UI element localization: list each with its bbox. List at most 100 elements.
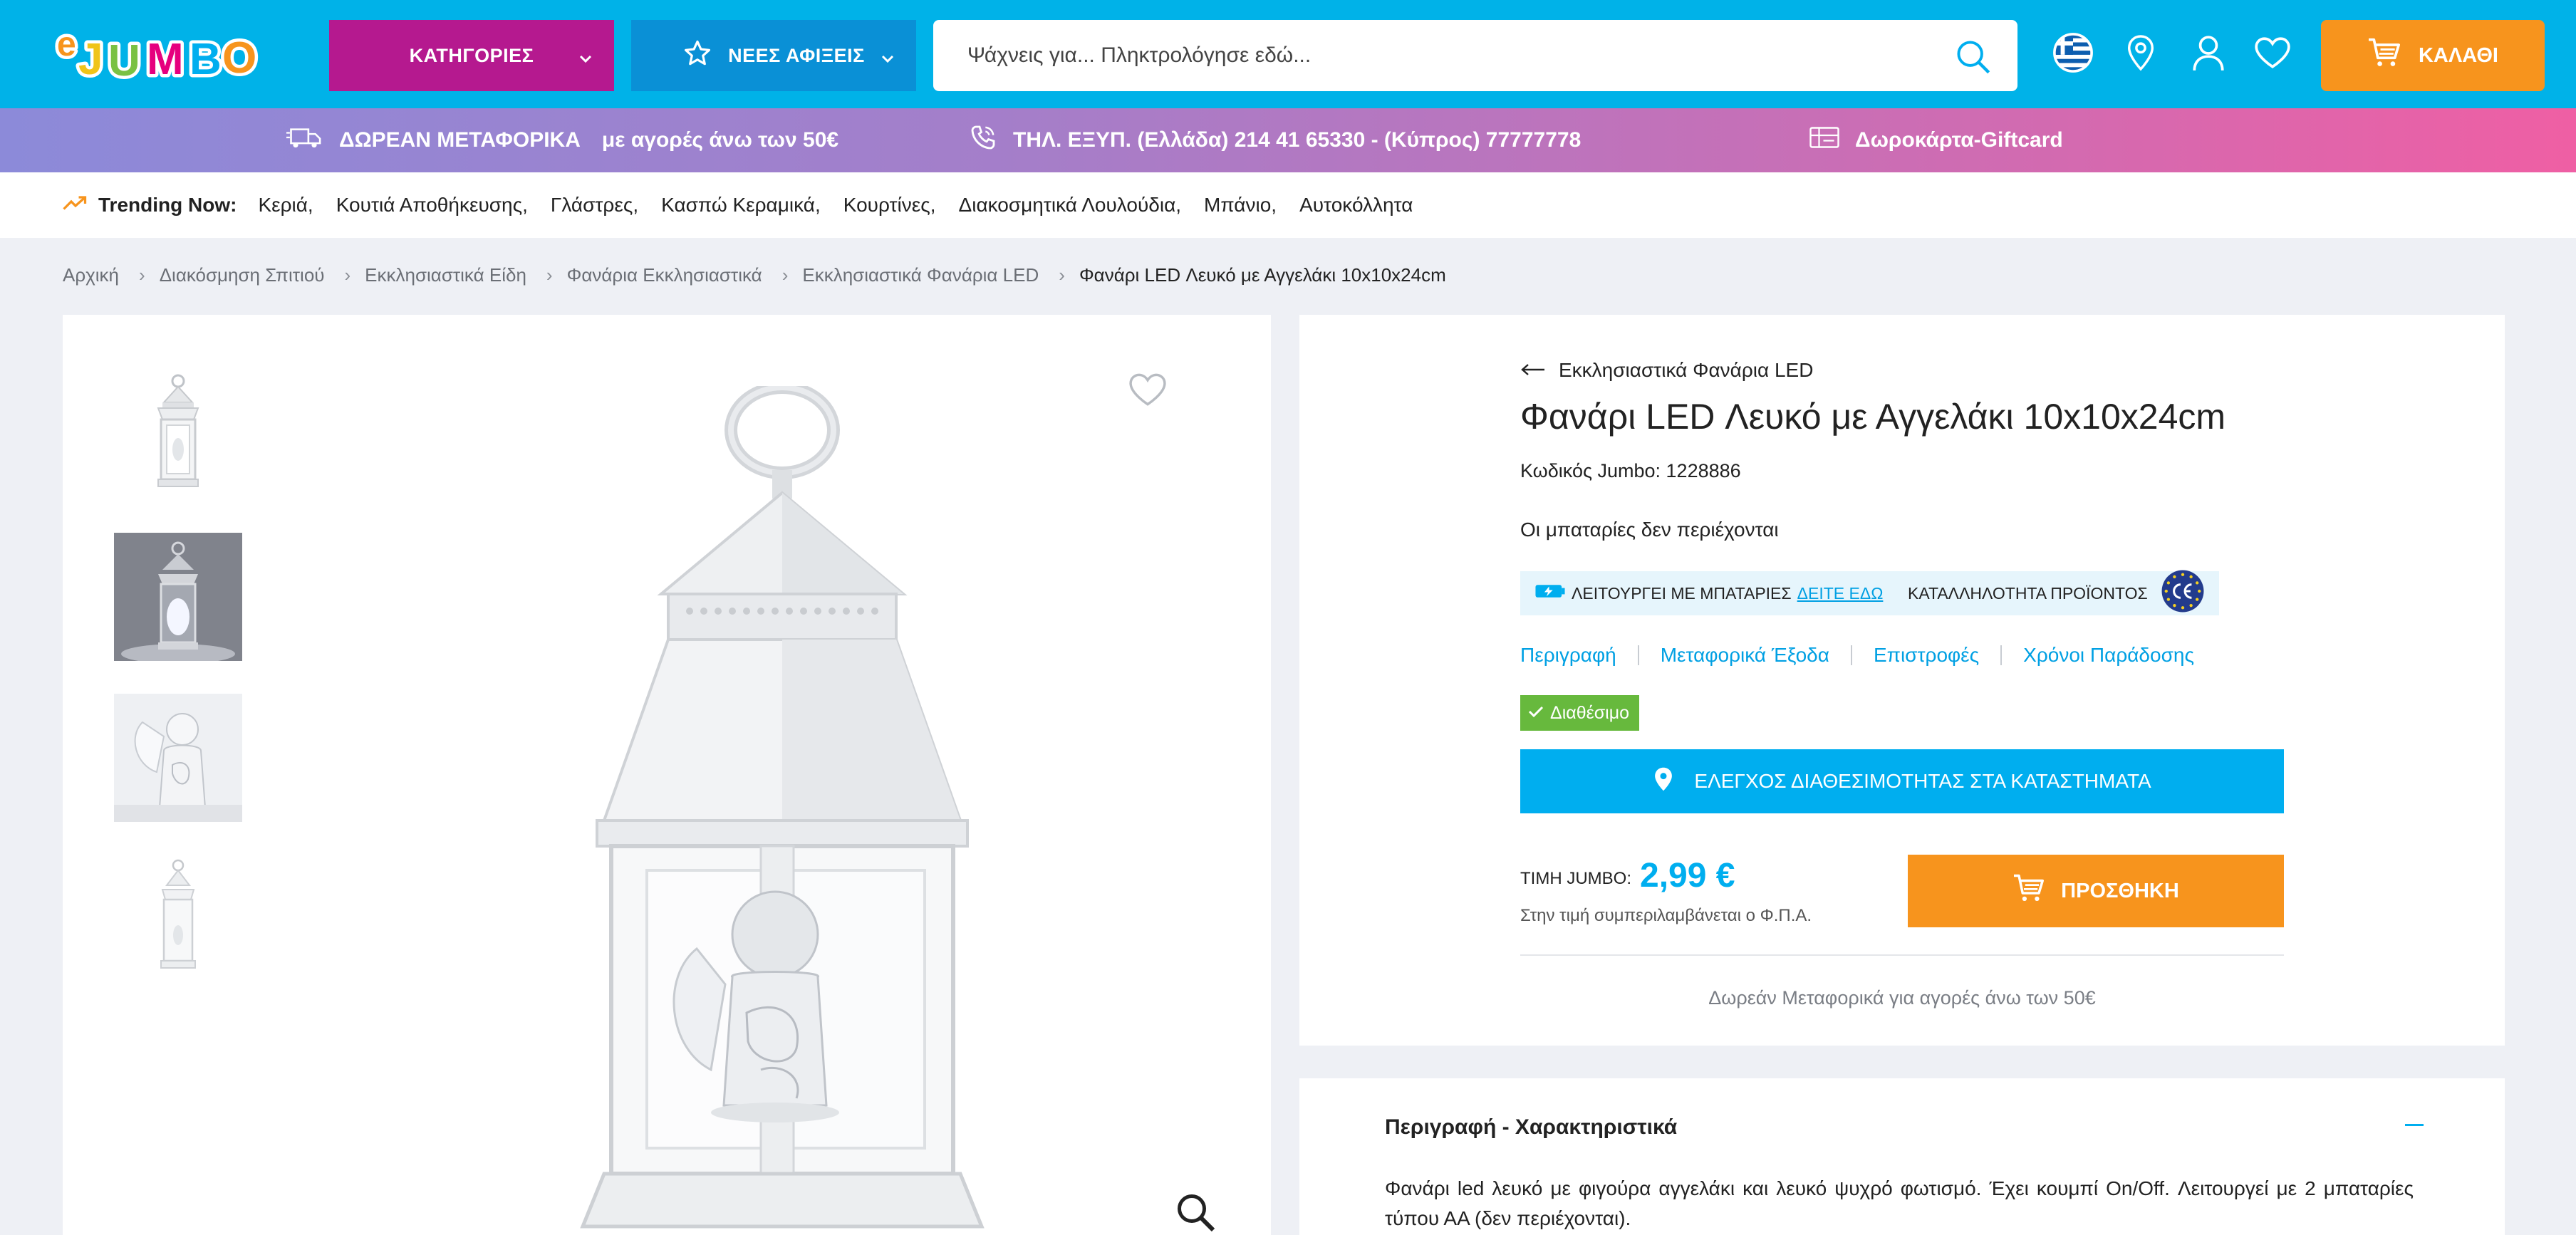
free-shipping-title: ΔΩΡΕΑΝ ΜΕΤΑΦΟΡΙΚΑ	[339, 128, 581, 152]
phone-icon	[969, 123, 997, 157]
divider	[1520, 954, 2284, 956]
battery-charge-icon	[1534, 583, 1566, 604]
tab-divider	[1850, 645, 1852, 665]
categories-label: ΚΑΤΗΓΟΡΙΕΣ	[409, 44, 534, 66]
ce-badge-text: ΚΑΤΑΛΛΗΛΟΤΗΤΑ ΠΡΟΪΟΝΤΟΣ	[1908, 583, 2148, 603]
phone-text: ΤΗΛ. ΕΞΥΠ. (Ελλάδα) 214 41 65330 - (Κύπρ…	[1013, 128, 1582, 152]
battery-badge: ΛΕΙΤΟΥΡΓΕΙ ΜΕ ΜΠΑΤΑΡΙΕΣ ΔΕΙΤΕ ΕΔΩ	[1520, 571, 1898, 615]
site-header: e J U M B O ΚΑΤΗΓΟΡΙΕΣ ΝΕΕΣ ΑΦΙΞΕΙΣ Ψάχν…	[0, 0, 2576, 108]
jumbo-logo[interactable]: e J U M B O	[54, 19, 268, 89]
categories-button[interactable]: ΚΑΤΗΓΟΡΙΕΣ	[329, 20, 614, 91]
trending-bar: Trending Now: Κεριά, Κουτιά Αποθήκευσης,…	[0, 172, 2576, 238]
cart-icon	[2367, 37, 2401, 74]
new-arrivals-button[interactable]: ΝΕΕΣ ΑΦΙΞΕΙΣ	[631, 20, 916, 91]
heart-icon[interactable]	[2251, 31, 2294, 74]
svg-text:M: M	[147, 35, 184, 84]
zoom-magnifier-icon[interactable]	[1174, 1191, 1217, 1235]
search-icon[interactable]	[1955, 38, 1992, 79]
ce-mark-icon	[2161, 569, 2205, 618]
description-title: Περιγραφή - Χαρακτηριστικά	[1385, 1115, 1678, 1139]
free-shipping-text: με αγορές άνω των 50€	[601, 128, 839, 152]
add-to-cart-button[interactable]: ΠΡΟΣΘΗΚΗ	[1908, 855, 2284, 927]
main-product-image[interactable]	[561, 381, 1003, 1235]
trending-arrow-icon	[63, 194, 88, 217]
giftcard-promo[interactable]: Δωροκάρτα-Giftcard	[1809, 108, 2063, 172]
trending-link[interactable]: Μπάνιο,	[1204, 194, 1277, 217]
breadcrumb-link[interactable]: Αρχική	[63, 264, 119, 286]
check-store-availability-label: ΕΛΕΓΧΟΣ ΔΙΑΘΕΣΙΜΟΤΗΤΑΣ ΣΤΑ ΚΑΤΑΣΤΗΜΑΤΑ	[1694, 770, 2151, 792]
description-section: Περιγραφή - Χαρακτηριστικά Φανάρι led λε…	[1299, 1078, 2505, 1235]
tab-returns[interactable]: Επιστροφές	[1874, 644, 1979, 667]
svg-text:O: O	[222, 33, 256, 83]
trending-link[interactable]: Κασπώ Κεραμικά,	[661, 194, 821, 217]
cart-icon	[2012, 873, 2045, 909]
trending-label: Trending Now:	[98, 194, 237, 216]
cart-label: ΚΑΛΑΘΙ	[2418, 43, 2498, 67]
giftcard-icon	[1809, 126, 1839, 155]
tab-divider	[2000, 645, 2003, 665]
product-tabs: Περιγραφή Μεταφορικά Έξοδα Επιστροφές Χρ…	[1520, 641, 2194, 669]
chevron-down-icon	[881, 47, 895, 69]
trending-link[interactable]: Αυτοκόλλητα	[1299, 194, 1413, 217]
svg-text:B: B	[189, 35, 222, 84]
breadcrumb-link[interactable]: Διακόσμηση Σπιτιού	[160, 264, 325, 286]
free-shipping-promo[interactable]: ΔΩΡΕΑΝ ΜΕΤΑΦΟΡΙΚΑ με αγορές άνω των 50€	[286, 108, 838, 172]
breadcrumb-link[interactable]: Φανάρια Εκκλησιαστικά	[567, 264, 762, 286]
battery-note: Οι μπαταρίες δεν περιέχονται	[1520, 519, 1779, 541]
user-icon[interactable]	[2187, 31, 2230, 74]
star-icon	[682, 38, 712, 73]
free-shipping-note: Δωρεάν Μεταφορικά για αγορές άνω των 50€	[1708, 987, 2096, 1009]
breadcrumb-link[interactable]: Εκκλησιαστικά Είδη	[365, 264, 526, 286]
add-to-cart-label: ΠΡΟΣΘΗΚΗ	[2061, 879, 2179, 902]
product-info-card: Εκκλησιαστικά Φανάρια LED Φανάρι LED Λευ…	[1299, 315, 2505, 1046]
back-link-label: Εκκλησιαστικά Φανάρια LED	[1559, 359, 1814, 381]
product-code: Κωδικός Jumbo: 1228886	[1520, 460, 1741, 481]
gallery-thumbnail[interactable]	[114, 694, 242, 822]
check-store-availability-button[interactable]: ΕΛΕΓΧΟΣ ΔΙΑΘΕΣΙΜΟΤΗΤΑΣ ΣΤΑ ΚΑΤΑΣΤΗΜΑΤΑ	[1520, 749, 2284, 813]
trending-link[interactable]: Κουτιά Αποθήκευσης,	[336, 194, 528, 217]
trending-link[interactable]: Κεριά,	[258, 194, 313, 217]
availability-text: Διαθέσιμο	[1550, 702, 1630, 723]
breadcrumb-separator: ›	[344, 264, 351, 286]
checkmark-icon	[1527, 703, 1544, 724]
availability-badge: Διαθέσιμο	[1520, 695, 1640, 731]
arrow-left-icon	[1520, 359, 1546, 382]
breadcrumb: Αρχική › Διακόσμηση Σπιτιού › Εκκλησιαστ…	[63, 262, 1446, 288]
location-pin-icon[interactable]	[2119, 31, 2162, 74]
giftcard-text: Δωροκάρτα-Giftcard	[1855, 128, 2063, 152]
ce-badge: ΚΑΤΑΛΛΗΛΟΤΗΤΑ ΠΡΟΪΟΝΤΟΣ	[1894, 569, 2219, 618]
svg-text:U: U	[108, 36, 140, 85]
breadcrumb-separator: ›	[1059, 264, 1065, 286]
battery-info-link[interactable]: ΔΕΙΤΕ ΕΔΩ	[1797, 584, 1884, 603]
promo-bar: ΔΩΡΕΑΝ ΜΕΤΑΦΟΡΙΚΑ με αγορές άνω των 50€ …	[0, 108, 2576, 172]
chevron-down-icon	[578, 47, 593, 69]
price-label: ΤΙΜΗ JUMBO:	[1520, 869, 1631, 888]
tab-description[interactable]: Περιγραφή	[1520, 644, 1616, 667]
trending-link[interactable]: Κουρτίνες,	[843, 194, 936, 217]
greek-flag-icon[interactable]	[2052, 31, 2094, 74]
price-value: 2,99 €	[1640, 857, 1735, 895]
gallery-thumbnail[interactable]	[114, 369, 242, 497]
gallery-thumbnail[interactable]	[114, 853, 242, 981]
phone-promo[interactable]: ΤΗΛ. ΕΞΥΠ. (Ελλάδα) 214 41 65330 - (Κύπρ…	[969, 108, 1581, 172]
product-gallery	[63, 315, 1271, 1235]
cart-button[interactable]: ΚΑΛΑΘΙ	[2321, 20, 2545, 91]
add-to-wishlist-heart-icon[interactable]	[1127, 372, 1168, 411]
breadcrumb-separator: ›	[546, 264, 553, 286]
location-pin-icon	[1653, 766, 1674, 797]
svg-text:e: e	[57, 26, 76, 63]
breadcrumb-separator: ›	[781, 264, 789, 286]
tab-shipping-costs[interactable]: Μεταφορικά Έξοδα	[1661, 644, 1829, 667]
back-to-category-link[interactable]: Εκκλησιαστικά Φανάρια LED	[1520, 359, 1813, 382]
tab-delivery-times[interactable]: Χρόνοι Παράδοσης	[2023, 644, 2194, 667]
search-input[interactable]	[967, 43, 1951, 68]
breadcrumb-link[interactable]: Εκκλησιαστικά Φανάρια LED	[802, 264, 1039, 286]
battery-badge-text: ΛΕΙΤΟΥΡΓΕΙ ΜΕ ΜΠΑΤΑΡΙΕΣ	[1572, 583, 1792, 603]
trending-link[interactable]: Διακοσμητικά Λουλούδια,	[959, 194, 1182, 217]
gallery-thumbnail[interactable]	[114, 533, 242, 661]
tab-divider	[1637, 645, 1639, 665]
collapse-minus-icon[interactable]	[2405, 1124, 2424, 1126]
trending-link[interactable]: Γλάστρες,	[551, 194, 638, 217]
breadcrumb-current: Φανάρι LED Λευκό με Αγγελάκι 10x10x24cm	[1079, 264, 1446, 286]
new-arrivals-label: ΝΕΕΣ ΑΦΙΞΕΙΣ	[728, 44, 865, 66]
